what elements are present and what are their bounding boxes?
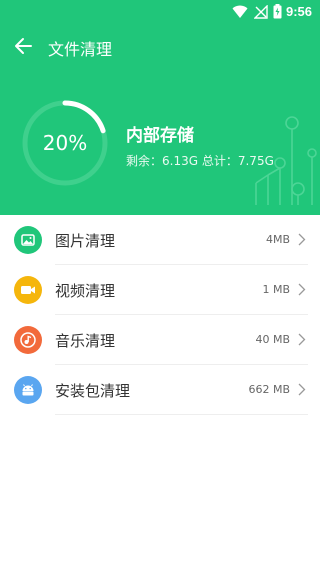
chevron-right-icon <box>298 283 306 296</box>
remaining-storage: 剩余：6.13G <box>126 154 199 168</box>
page-title: 文件清理 <box>48 40 113 59</box>
storage-title: 内部存储 <box>126 126 194 146</box>
chevron-right-icon <box>298 383 306 396</box>
item-size: 1 MB <box>262 283 290 296</box>
item-label: 音乐清理 <box>55 332 116 350</box>
usage-percent: 20% <box>42 131 88 155</box>
image-icon <box>14 226 42 254</box>
chevron-right-icon <box>298 233 306 246</box>
clean-category-list: 图片清理 4MB 视频清理 1 MB 音乐清理 40 MB 安装包清理 662 … <box>0 215 320 415</box>
circuit-decoration <box>255 116 317 205</box>
storage-info: 剩余：6.13G 总计：7.75G <box>126 152 274 169</box>
item-label: 视频清理 <box>55 282 116 300</box>
list-item-music[interactable]: 音乐清理 40 MB <box>0 315 320 365</box>
back-arrow-icon <box>15 38 32 54</box>
back-button[interactable] <box>10 32 38 60</box>
toolbar: 文件清理 <box>0 24 320 68</box>
video-icon <box>14 276 42 304</box>
item-size: 4MB <box>265 233 290 246</box>
divider <box>55 414 308 415</box>
list-item-apk[interactable]: 安装包清理 662 MB <box>0 365 320 415</box>
total-storage: 总计：7.75G <box>201 154 274 168</box>
chevron-right-icon <box>298 333 306 346</box>
item-size: 662 MB <box>248 383 290 396</box>
wifi-icon <box>232 5 248 18</box>
android-icon <box>14 376 42 404</box>
item-size: 40 MB <box>255 333 290 346</box>
battery-charging-icon <box>273 4 282 19</box>
status-bar: 9:56 <box>0 0 320 24</box>
list-item-images[interactable]: 图片清理 4MB <box>0 215 320 265</box>
storage-header: 9:56 文件清理 20% 内部存储 剩余：6.13G 总计：7.75G <box>0 0 320 215</box>
status-time: 9:56 <box>285 4 312 19</box>
music-icon <box>14 326 42 354</box>
item-label: 图片清理 <box>55 232 116 250</box>
list-item-videos[interactable]: 视频清理 1 MB <box>0 265 320 315</box>
no-signal-icon <box>254 5 268 19</box>
item-label: 安装包清理 <box>55 382 131 400</box>
